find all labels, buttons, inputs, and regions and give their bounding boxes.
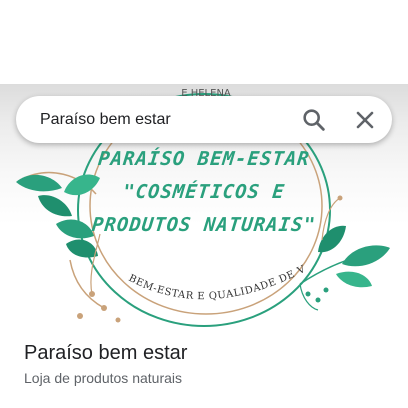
logo-line-3: PRODUTOS NATURAIS": [90, 214, 318, 236]
search-input[interactable]: Paraíso bem estar: [40, 96, 171, 143]
place-category: Loja de produtos naturais: [24, 370, 182, 386]
search-icon[interactable]: [300, 106, 328, 134]
logo-line-1: PARAÍSO BEM-ESTAR: [97, 148, 311, 170]
close-icon[interactable]: [351, 106, 379, 134]
top-blank-area: [0, 0, 408, 84]
search-bar[interactable]: Paraíso bem estar: [16, 96, 392, 143]
right-leaves-decoration: [299, 195, 390, 311]
place-name[interactable]: Paraíso bem estar: [24, 342, 187, 365]
logo-line-2: "COSMÉTICOS E: [121, 181, 287, 203]
